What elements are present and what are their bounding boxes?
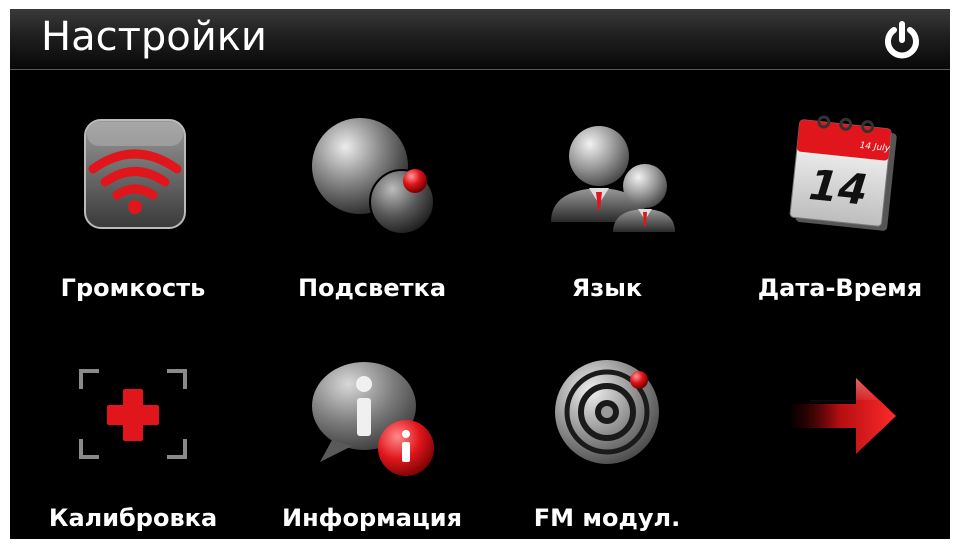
power-button[interactable] [882,20,922,60]
settings-screen: Настройки Громкость Подсветка Язык 14 Ju… [10,9,950,539]
calibration-icon [63,359,203,489]
tile-calibration[interactable]: Калибровка [18,354,248,539]
tile-label: Подсветка [297,274,447,302]
calendar-icon: 14 July 14 [770,114,910,244]
tile-fm-transmitter[interactable]: FM модул. [492,354,722,539]
language-icon [537,114,677,244]
info-icon [302,354,442,484]
volume-icon [63,114,203,244]
tile-label: Дата-Время [757,274,923,302]
power-icon [885,21,919,59]
tile-label: Язык [571,274,643,302]
tile-backlight[interactable]: Подсветка [257,114,487,334]
fm-transmitter-icon [537,354,677,484]
next-page-button[interactable] [725,354,950,539]
tile-information[interactable]: Информация [257,354,487,539]
tile-label: Громкость [60,274,206,302]
tile-date-time[interactable]: 14 July 14 Дата-Время [725,114,950,334]
backlight-icon [302,114,442,244]
page-title: Настройки [41,14,267,60]
tile-volume[interactable]: Громкость [18,114,248,334]
tile-label: FM модул. [533,504,681,532]
tile-label: Калибровка [48,504,218,532]
next-page-arrow-icon [770,364,910,494]
tile-language[interactable]: Язык [492,114,722,334]
calendar-day-text: 14 [807,160,870,215]
title-bar: Настройки [10,9,950,70]
tile-label: Информация [282,504,462,532]
